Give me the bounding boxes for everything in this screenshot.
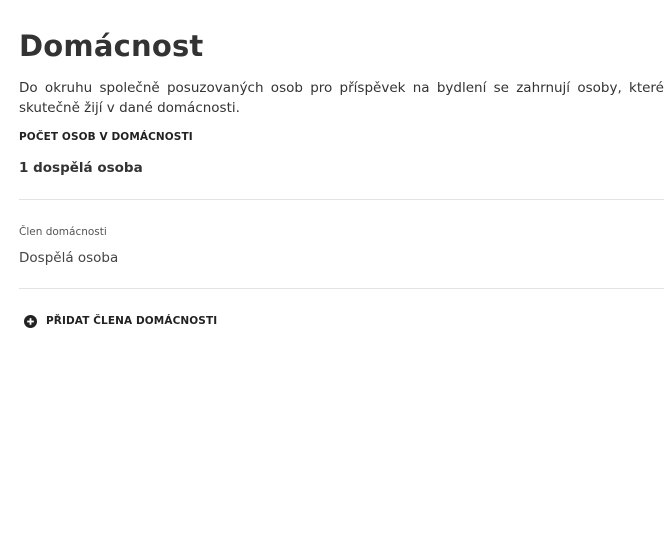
add-member-label: PŘIDAT ČLENA DOMÁCNOSTI	[46, 315, 218, 327]
household-page: Domácnost Do okruhu společně posuzovanýc…	[0, 0, 669, 558]
household-member[interactable]: Člen domácnosti Dospělá osoba	[19, 225, 669, 267]
add-member-button[interactable]: PŘIDAT ČLENA DOMÁCNOSTI	[24, 314, 217, 328]
intro-text: Do okruhu společně posuzovaných osob pro…	[19, 80, 664, 116]
page-title: Domácnost	[19, 29, 204, 63]
divider	[19, 199, 664, 200]
member-value: Dospělá osoba	[19, 250, 119, 266]
household-count-value: 1 dospělá osoba	[19, 160, 143, 176]
household-count-label: POČET OSOB V DOMÁCNOSTI	[19, 131, 193, 143]
plus-circle-icon	[24, 314, 37, 328]
divider	[19, 288, 664, 289]
member-label: Člen domácnosti	[19, 226, 107, 238]
